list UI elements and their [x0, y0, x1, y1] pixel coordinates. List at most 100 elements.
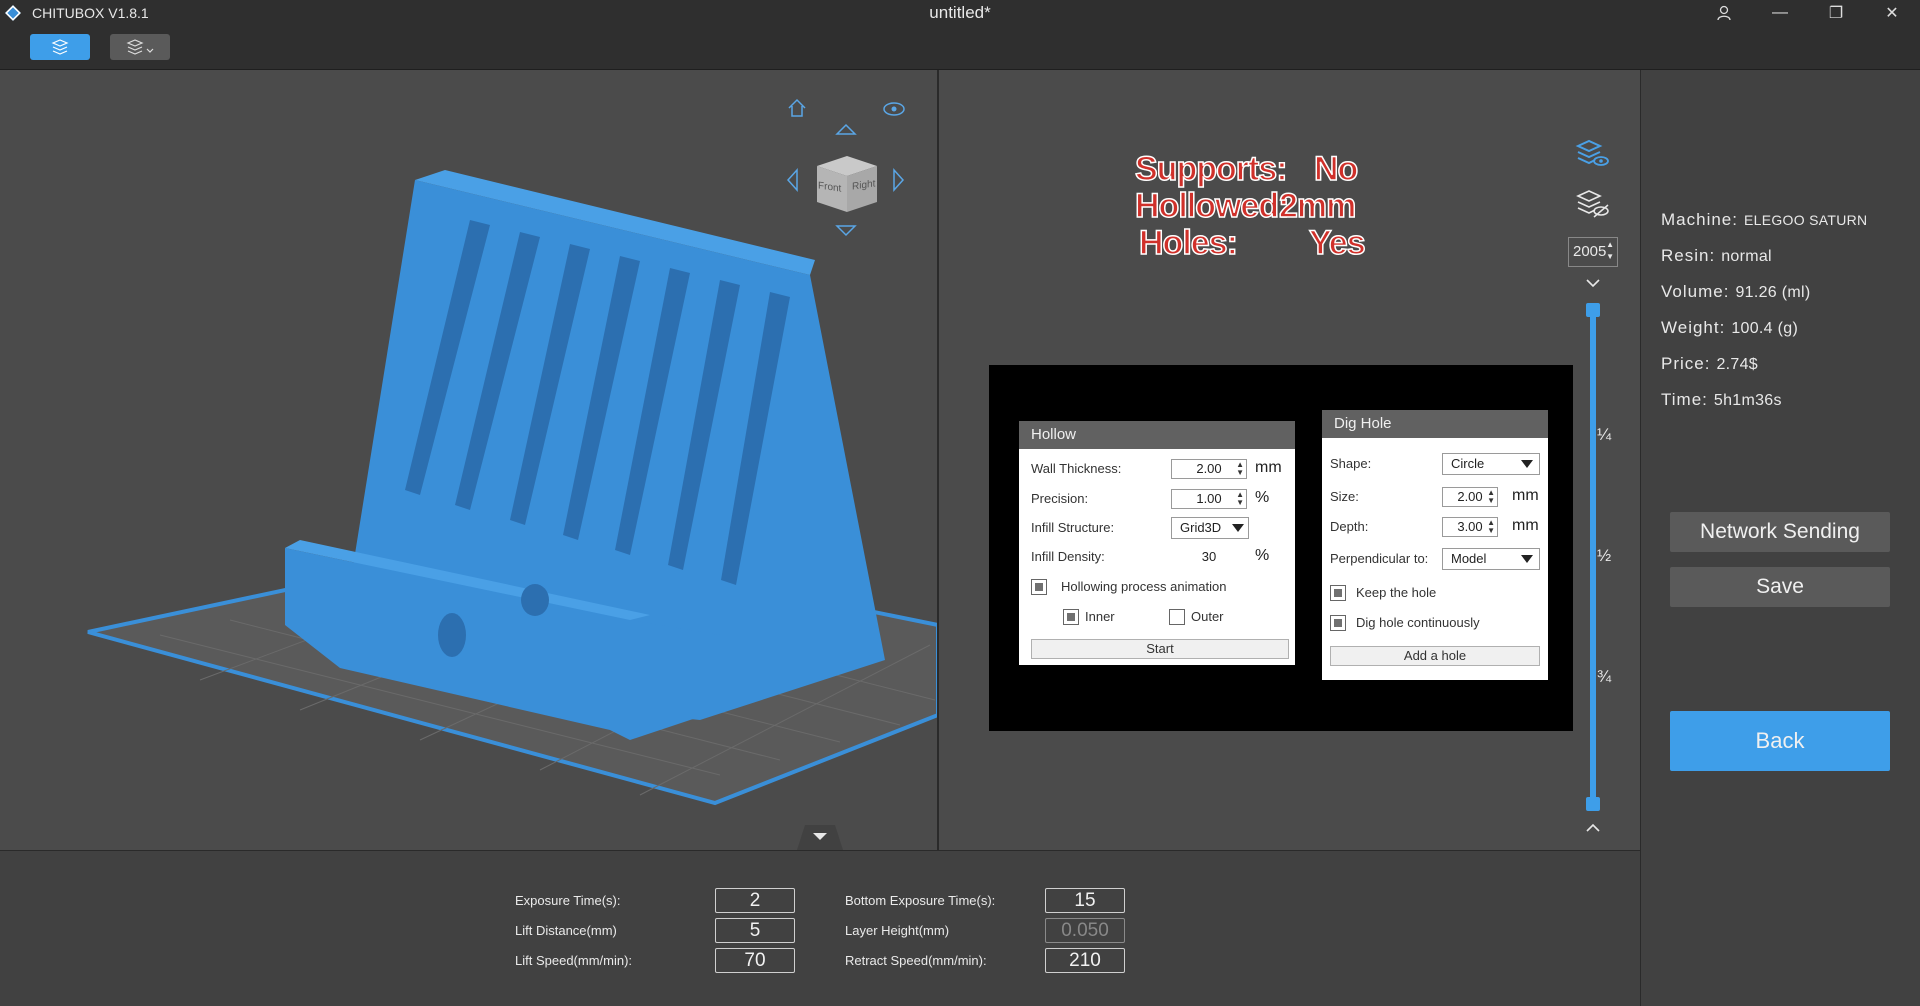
wall-thickness-label: Wall Thickness: — [1031, 461, 1122, 476]
layer-number-input[interactable]: 2005 ▲ ▼ — [1568, 237, 1618, 267]
machine-label: Machine: — [1661, 210, 1738, 229]
infill-density-input[interactable]: 30 — [1171, 547, 1247, 567]
arrow-up-icon[interactable] — [835, 122, 857, 136]
bottom-exposure-input[interactable]: 15 — [1045, 888, 1125, 913]
weight-label: Weight: — [1661, 318, 1726, 337]
close-button[interactable]: ✕ — [1864, 0, 1920, 26]
bottom-exposure-label: Bottom Exposure Time(s): — [845, 893, 996, 908]
dig-hole-dialog: Dig Hole Shape: Circle Size: 2.00 ▲ ▼ mm D… — [1322, 410, 1548, 680]
lift-speed-label: Lift Speed(mm/min): — [515, 953, 633, 968]
inner-label: Inner — [1085, 609, 1115, 624]
layer-preview[interactable]: Supports: No Hollowed: 2mm Holes: Yes Ho… — [939, 70, 1640, 850]
lift-distance-label: Lift Distance(mm) — [515, 923, 617, 938]
volume-label: Volume: — [1661, 282, 1730, 301]
precision-label: Precision: — [1031, 491, 1089, 506]
price-row: Price: 2.74$ — [1661, 354, 1758, 374]
arrow-left-icon[interactable] — [785, 168, 799, 192]
wall-thickness-unit: mm — [1255, 459, 1282, 476]
retract-speed-input[interactable]: 210 — [1045, 948, 1125, 973]
perpendicular-select[interactable]: Model — [1442, 548, 1540, 570]
network-sending-button[interactable]: Network Sending — [1670, 512, 1890, 552]
layer-show-icon[interactable] — [1575, 138, 1609, 170]
view-cube[interactable]: Front Right — [812, 152, 882, 214]
dig-continuous-checkbox[interactable] — [1330, 615, 1346, 631]
slider-mark-quarter: ¼ — [1597, 425, 1612, 444]
wall-thickness-input[interactable]: 2.00 ▲ ▼ — [1171, 459, 1247, 479]
restore-button[interactable]: ❐ — [1808, 0, 1864, 26]
infill-density-unit: % — [1255, 547, 1270, 564]
layers-dropdown-icon — [126, 39, 154, 55]
lift-distance-input[interactable]: 5 — [715, 918, 795, 943]
layer-hide-icon[interactable] — [1575, 188, 1609, 220]
back-button[interactable]: Back — [1670, 711, 1890, 771]
infill-structure-select[interactable]: Grid3D — [1171, 517, 1249, 539]
infill-structure-label: Infill Structure: — [1031, 520, 1115, 535]
shape-label: Shape: — [1330, 456, 1372, 471]
hollowing-animation-checkbox[interactable] — [1031, 579, 1047, 595]
outer-checkbox[interactable] — [1169, 609, 1185, 625]
depth-input[interactable]: 3.00 ▲ ▼ — [1442, 517, 1498, 537]
depth-label: Depth: — [1330, 519, 1369, 534]
arrow-down-icon[interactable] — [835, 224, 857, 238]
slice-settings-button[interactable] — [30, 34, 90, 60]
layers-settings-icon — [51, 39, 69, 55]
annotation-hollowed-label: Hollowed: — [1134, 186, 1290, 226]
print-settings-panel: Exposure Time(s): 2 Lift Distance(mm) 5 … — [0, 850, 1640, 1006]
lift-speed-input[interactable]: 70 — [715, 948, 795, 973]
shape-select[interactable]: Circle — [1442, 453, 1540, 475]
layer-height-label: Layer Height(mm) — [845, 923, 950, 938]
resin-value: normal — [1721, 248, 1772, 265]
inset-screenshot: Hollow Wall Thickness: 2.00 ▲ ▼ mm Precisi… — [989, 365, 1573, 731]
layers-dropdown-button[interactable] — [110, 34, 170, 60]
hollow-dialog-title: Hollow — [1019, 421, 1295, 449]
weight-value: 100.4 (g) — [1731, 320, 1799, 337]
rail-hole-left — [438, 613, 466, 657]
user-icon[interactable] — [1696, 0, 1752, 26]
home-icon[interactable] — [787, 98, 807, 118]
hollow-dialog: Hollow Wall Thickness: 2.00 ▲ ▼ mm Precisi… — [1019, 421, 1295, 665]
document-title: untitled* — [929, 3, 991, 22]
precision-unit: % — [1255, 489, 1270, 506]
weight-row: Weight: 100.4 (g) — [1661, 318, 1798, 338]
annotation-supports-label: Supports: — [1134, 149, 1288, 189]
annotation-supports-value: No — [1313, 149, 1359, 189]
size-input[interactable]: 2.00 ▲ ▼ — [1442, 487, 1498, 507]
model-viewport[interactable]: Front Right — [0, 70, 937, 850]
minimize-button[interactable]: — — [1752, 0, 1808, 26]
hollowing-animation-label: Hollowing process animation — [1061, 579, 1227, 594]
layer-slider-top-handle[interactable] — [1586, 303, 1600, 317]
inner-checkbox[interactable] — [1063, 609, 1079, 625]
layer-slider-track[interactable] — [1590, 310, 1596, 804]
keep-hole-checkbox[interactable] — [1330, 585, 1346, 601]
arrow-right-icon[interactable] — [892, 168, 906, 192]
layer-slider-bottom-handle[interactable] — [1586, 797, 1600, 811]
layer-down-icon[interactable] — [1585, 278, 1601, 288]
price-value: 2.74$ — [1716, 356, 1759, 373]
resin-row: Resin: normal — [1661, 246, 1772, 266]
slider-mark-half: ½ — [1597, 546, 1612, 565]
add-hole-button[interactable]: Add a hole — [1330, 646, 1540, 666]
exposure-time-input[interactable]: 2 — [715, 888, 795, 913]
price-label: Price: — [1661, 354, 1711, 373]
time-label: Time: — [1661, 390, 1708, 409]
infill-density-label: Infill Density: — [1031, 549, 1105, 564]
layer-up-icon[interactable] — [1585, 823, 1601, 833]
size-label: Size: — [1330, 489, 1359, 504]
start-button[interactable]: Start — [1031, 639, 1289, 659]
dig-continuous-label: Dig hole continuously — [1356, 615, 1480, 630]
toolbar — [0, 26, 1920, 70]
collapse-panel-handle[interactable] — [797, 823, 843, 850]
precision-input[interactable]: 1.00 ▲ ▼ — [1171, 489, 1247, 509]
time-row: Time: 5h1m36s — [1661, 390, 1782, 410]
app-name: CHITUBOX V1.8.1 — [32, 5, 149, 21]
machine-value: ELEGOO SATURN — [1743, 212, 1868, 228]
outer-label: Outer — [1191, 609, 1224, 624]
save-button[interactable]: Save — [1670, 567, 1890, 607]
eye-icon[interactable] — [883, 102, 905, 116]
title-bar: CHITUBOX V1.8.1 untitled* — ❐ ✕ — [0, 0, 1920, 26]
app-logo-icon — [5, 5, 21, 21]
volume-value: 91.26 (ml) — [1735, 284, 1811, 301]
annotation-holes-value: Yes — [1308, 223, 1366, 263]
resin-label: Resin: — [1661, 246, 1716, 265]
print-info-panel: Machine: ELEGOO SATURN Resin: normal Volum… — [1640, 70, 1920, 1006]
